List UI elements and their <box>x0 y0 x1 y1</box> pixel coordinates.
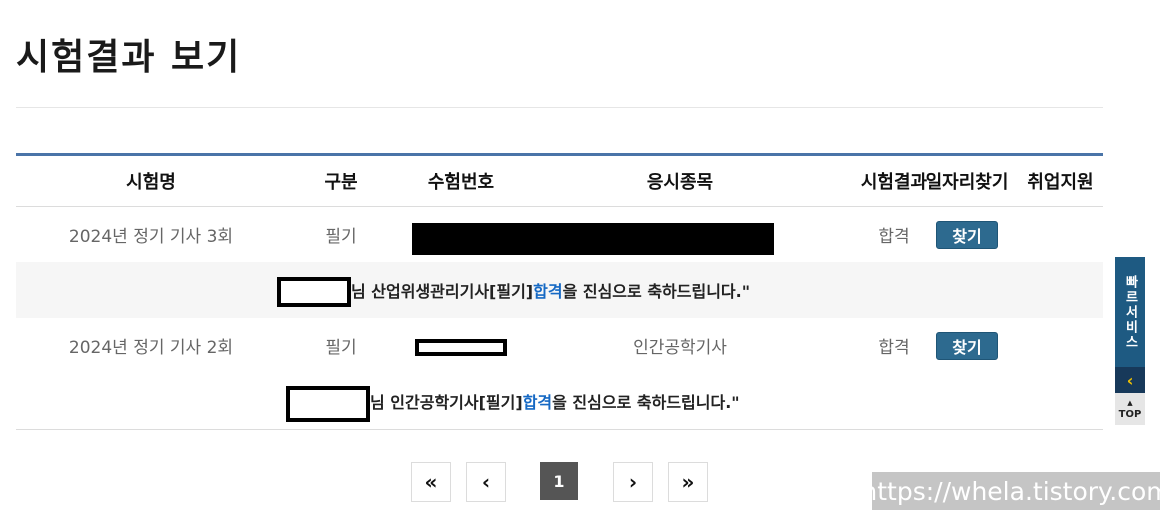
congrats-text-before: 님 산업위생관리기사[필기] <box>351 282 534 301</box>
top-label: TOP <box>1118 409 1142 420</box>
collapse-arrow-icon[interactable]: ‹ <box>1115 367 1145 393</box>
fast-service-label: 빠르서비스 <box>1122 274 1138 350</box>
quick-service-panel: 빠르서비스 ‹ ▲ TOP <box>1115 257 1145 425</box>
exam-name: 2024년 정기 기사 2회 <box>68 338 234 358</box>
exam-type: 필기 <box>325 338 357 358</box>
header-employment-support: 취업지원 <box>1027 172 1094 193</box>
congrats-text-before: 님 인간공학기사[필기] <box>370 393 523 412</box>
congrats-message: 님 산업위생관리기사[필기] 합격 을 진심으로 축하드립니다." <box>351 262 750 318</box>
congrats-text-after: 을 진심으로 축하드립니다." <box>552 393 740 412</box>
fast-service-button[interactable]: 빠르서비스 <box>1115 257 1145 367</box>
watermark: https://whela.tistory.com <box>861 472 1171 510</box>
scroll-top-button[interactable]: ▲ TOP <box>1115 393 1145 425</box>
prev-page-button[interactable]: ‹ <box>466 462 506 502</box>
redaction-box <box>277 277 351 307</box>
congrats-pass-word: 합격 <box>522 393 553 412</box>
congrats-message: 님 인간공학기사[필기] 합격 을 진심으로 축하드립니다." <box>370 373 740 429</box>
table-row: 2024년 정기 기사 2회 필기 인간공학기사 합격 찾기 <box>16 318 1103 373</box>
congrats-row: 님 산업위생관리기사[필기] 합격 을 진심으로 축하드립니다." <box>16 262 1103 318</box>
results-table: 시험명 구분 수험번호 응시종목 시험결과 일자리찾기 취업지원 2024년 정… <box>16 153 1103 430</box>
find-job-button[interactable]: 찾기 <box>936 220 998 249</box>
exam-subject: 인간공학기사 <box>633 338 727 358</box>
page-title: 시험결과 보기 <box>16 37 242 78</box>
header-exam-name: 시험명 <box>126 172 176 193</box>
redaction-block <box>412 223 774 255</box>
current-page[interactable]: 1 <box>540 462 578 500</box>
table-row: 2024년 정기 기사 3회 필기 합격 찾기 <box>16 207 1103 262</box>
congrats-row: 님 인간공학기사[필기] 합격 을 진심으로 축하드립니다." <box>16 373 1103 430</box>
find-job-button[interactable]: 찾기 <box>936 331 998 360</box>
congrats-text-after: 을 진심으로 축하드립니다." <box>562 282 751 301</box>
congrats-pass-word: 합격 <box>533 282 563 301</box>
header-subject: 응시종목 <box>646 172 714 193</box>
exam-name: 2024년 정기 기사 3회 <box>68 227 234 247</box>
job-search-cell: 찾기 <box>916 318 1018 373</box>
header-exam-number: 수험번호 <box>427 172 495 193</box>
table-header-row: 시험명 구분 수험번호 응시종목 시험결과 일자리찾기 취업지원 <box>16 156 1103 207</box>
redaction-box <box>415 339 507 356</box>
title-divider <box>16 107 1103 108</box>
exam-type: 필기 <box>325 227 357 247</box>
header-type: 구분 <box>324 172 358 193</box>
job-search-cell: 찾기 <box>916 207 1018 262</box>
first-page-button[interactable]: « <box>411 462 451 502</box>
last-page-button[interactable]: » <box>668 462 708 502</box>
up-arrow-icon: ▲ <box>1127 399 1133 407</box>
header-job-search: 일자리찾기 <box>925 172 1009 193</box>
redaction-box <box>286 386 370 422</box>
next-page-button[interactable]: › <box>613 462 653 502</box>
